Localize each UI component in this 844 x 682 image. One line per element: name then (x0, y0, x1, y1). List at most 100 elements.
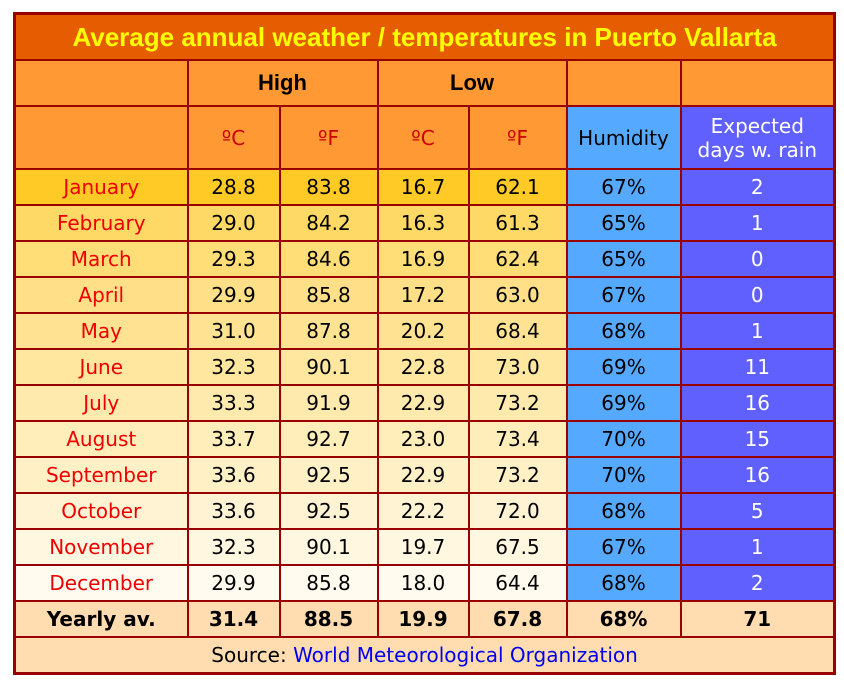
header-low: Low (376, 59, 568, 107)
cell-humidity: 68% (565, 312, 682, 350)
yearly-label: Yearly av. (13, 600, 189, 638)
cell-high-f: 84.6 (278, 240, 379, 278)
cell-high-c: 32.3 (186, 348, 281, 386)
cell-month: June (13, 348, 189, 386)
source-cell: Source: World Meteorological Organizatio… (13, 636, 836, 675)
yearly-low-f: 67.8 (467, 600, 568, 638)
cell-high-c: 33.3 (186, 384, 281, 422)
table-row: May 31.0 87.8 20.2 68.4 68% 1 (13, 312, 836, 350)
cell-rain: 1 (679, 528, 836, 566)
cell-humidity: 69% (565, 348, 682, 386)
cell-high-c: 33.6 (186, 456, 281, 494)
cell-high-f: 91.9 (278, 384, 379, 422)
header-empty (679, 59, 836, 107)
yearly-high-c: 31.4 (186, 600, 281, 638)
table-row: April 29.9 85.8 17.2 63.0 67% 0 (13, 276, 836, 314)
header-rain-line1: Expected (710, 113, 804, 138)
cell-month: December (13, 564, 189, 602)
yearly-humidity: 68% (565, 600, 682, 638)
yearly-low-c: 19.9 (376, 600, 470, 638)
cell-month: March (13, 240, 189, 278)
cell-low-c: 22.9 (376, 456, 470, 494)
cell-humidity: 65% (565, 240, 682, 278)
header-humidity: Humidity (565, 105, 682, 170)
cell-low-c: 19.7 (376, 528, 470, 566)
table-row: October 33.6 92.5 22.2 72.0 68% 5 (13, 492, 836, 530)
cell-high-c: 32.3 (186, 528, 281, 566)
cell-low-f: 63.0 (467, 276, 568, 314)
cell-low-f: 67.5 (467, 528, 568, 566)
header-low-fahrenheit: ºF (467, 105, 568, 170)
cell-month: August (13, 420, 189, 458)
cell-high-c: 29.9 (186, 276, 281, 314)
cell-humidity: 69% (565, 384, 682, 422)
cell-rain: 0 (679, 240, 836, 278)
cell-month: November (13, 528, 189, 566)
header-empty (13, 105, 189, 170)
cell-month: February (13, 204, 189, 242)
cell-low-c: 17.2 (376, 276, 470, 314)
cell-high-c: 29.9 (186, 564, 281, 602)
cell-month: January (13, 168, 189, 206)
cell-high-f: 85.8 (278, 564, 379, 602)
cell-rain: 2 (679, 168, 836, 206)
cell-month: September (13, 456, 189, 494)
cell-low-c: 20.2 (376, 312, 470, 350)
header-high: High (186, 59, 379, 107)
cell-low-c: 16.7 (376, 168, 470, 206)
cell-high-f: 90.1 (278, 348, 379, 386)
yearly-rain: 71 (679, 600, 836, 638)
cell-high-f: 84.2 (278, 204, 379, 242)
cell-humidity: 67% (565, 528, 682, 566)
table-row: January 28.8 83.8 16.7 62.1 67% 2 (13, 168, 836, 206)
cell-high-f: 92.5 (278, 456, 379, 494)
header-high-celsius: ºC (186, 105, 281, 170)
cell-low-c: 22.9 (376, 384, 470, 422)
table-row: August 33.7 92.7 23.0 73.4 70% 15 (13, 420, 836, 458)
cell-low-f: 64.4 (467, 564, 568, 602)
cell-low-f: 73.4 (467, 420, 568, 458)
yearly-high-f: 88.5 (278, 600, 379, 638)
source-link[interactable]: World Meteorological Organization (293, 643, 638, 667)
cell-humidity: 67% (565, 168, 682, 206)
cell-rain: 0 (679, 276, 836, 314)
cell-high-c: 29.3 (186, 240, 281, 278)
cell-humidity: 67% (565, 276, 682, 314)
table-row: June 32.3 90.1 22.8 73.0 69% 11 (13, 348, 836, 386)
cell-rain: 2 (679, 564, 836, 602)
cell-low-f: 73.0 (467, 348, 568, 386)
cell-humidity: 70% (565, 420, 682, 458)
source-label: Source: (211, 643, 287, 667)
cell-rain: 1 (679, 204, 836, 242)
cell-humidity: 68% (565, 564, 682, 602)
cell-month: October (13, 492, 189, 530)
cell-high-f: 87.8 (278, 312, 379, 350)
cell-low-f: 62.4 (467, 240, 568, 278)
cell-low-c: 23.0 (376, 420, 470, 458)
cell-rain: 16 (679, 384, 836, 422)
cell-high-c: 33.7 (186, 420, 281, 458)
cell-high-c: 28.8 (186, 168, 281, 206)
cell-humidity: 65% (565, 204, 682, 242)
header-high-fahrenheit: ºF (278, 105, 379, 170)
cell-low-c: 22.2 (376, 492, 470, 530)
cell-high-c: 33.6 (186, 492, 281, 530)
table-row: July 33.3 91.9 22.9 73.2 69% 16 (13, 384, 836, 422)
cell-rain: 16 (679, 456, 836, 494)
cell-low-c: 16.9 (376, 240, 470, 278)
header-rain-line2: days w. rain (697, 137, 818, 162)
weather-table: Average annual weather / temperatures in… (13, 12, 837, 675)
cell-rain: 11 (679, 348, 836, 386)
cell-low-c: 16.3 (376, 204, 470, 242)
table-row: March 29.3 84.6 16.9 62.4 65% 0 (13, 240, 836, 278)
header-low-celsius: ºC (376, 105, 470, 170)
cell-rain: 1 (679, 312, 836, 350)
cell-high-f: 92.5 (278, 492, 379, 530)
header-rain-days: Expected days w. rain (679, 105, 836, 170)
cell-high-c: 31.0 (186, 312, 281, 350)
table-row: November 32.3 90.1 19.7 67.5 67% 1 (13, 528, 836, 566)
cell-low-f: 68.4 (467, 312, 568, 350)
cell-high-f: 90.1 (278, 528, 379, 566)
cell-high-f: 92.7 (278, 420, 379, 458)
cell-month: April (13, 276, 189, 314)
